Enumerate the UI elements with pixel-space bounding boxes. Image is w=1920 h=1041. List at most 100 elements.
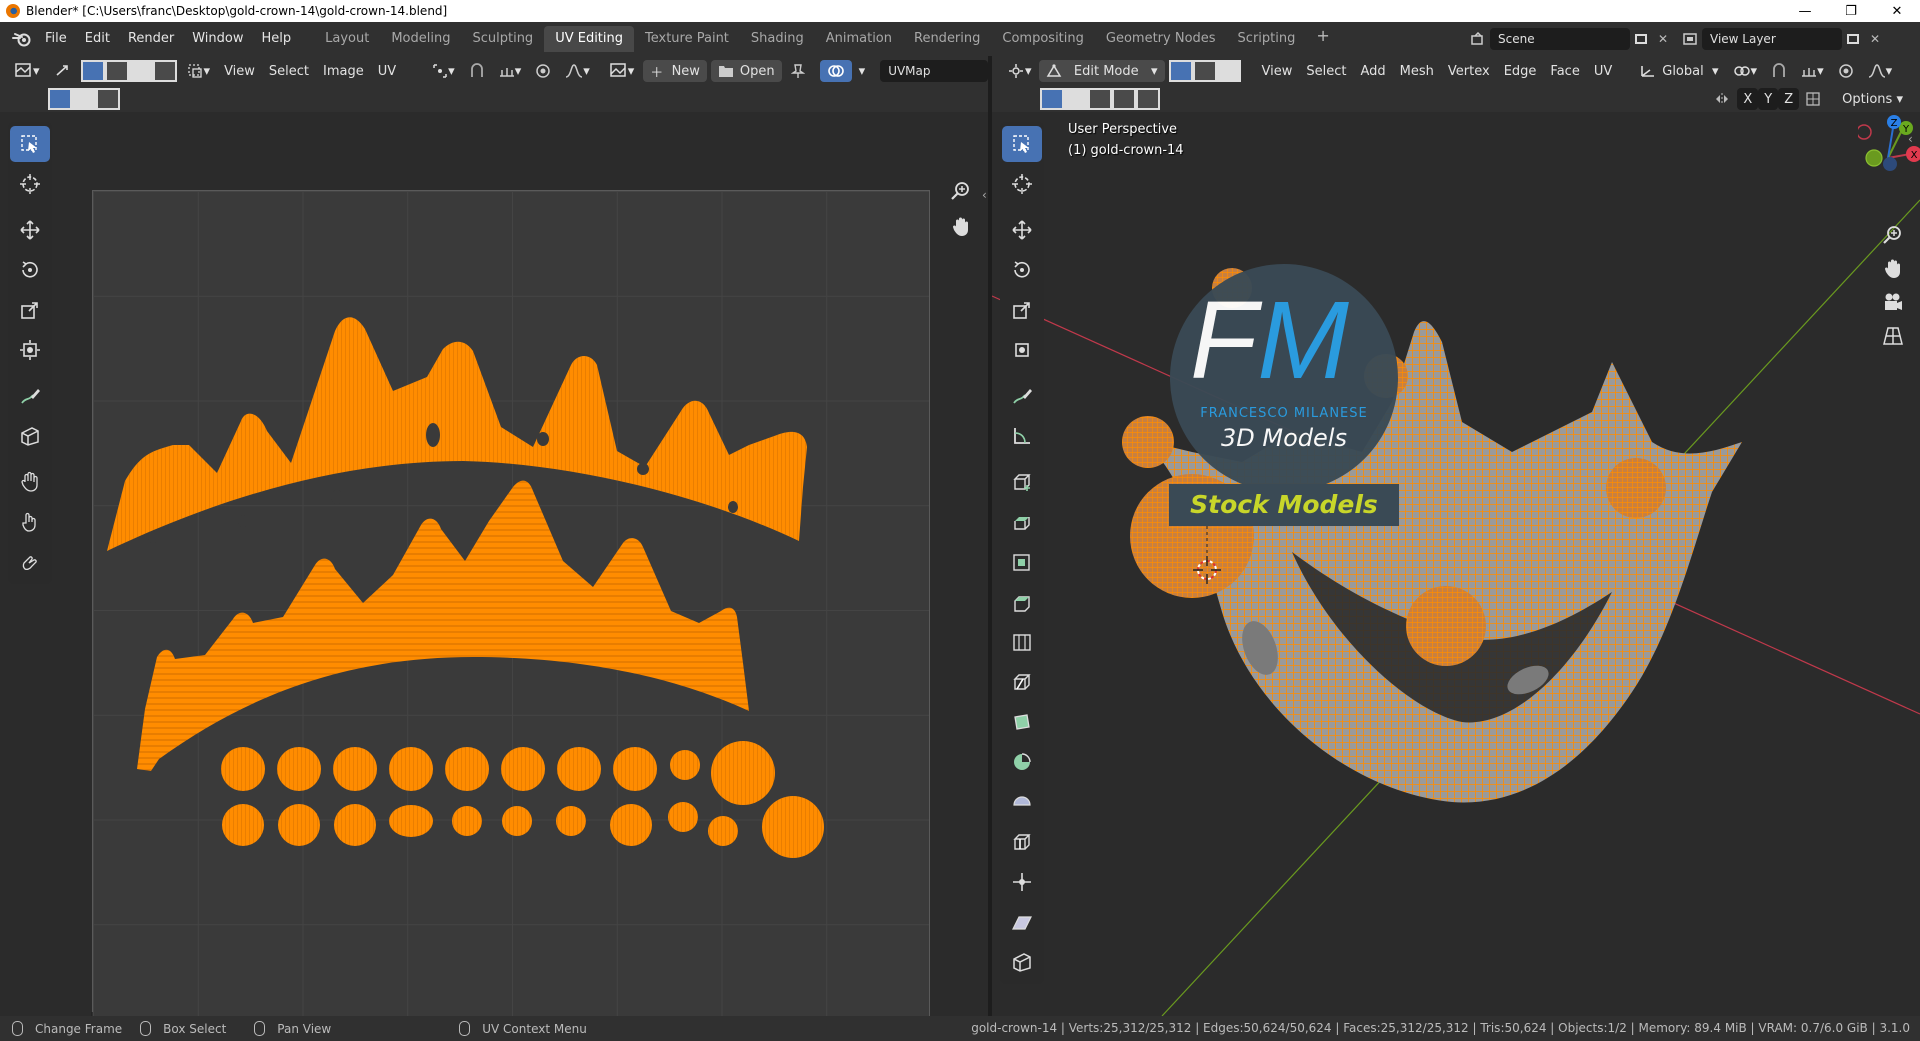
vp-tool-bevel[interactable] <box>1000 582 1044 622</box>
viewport-menu-face[interactable]: Face <box>1543 60 1586 82</box>
uvmap-field[interactable]: UVMap <box>880 60 988 82</box>
vp-tool-annotate[interactable] <box>1000 376 1044 416</box>
overlays-dropdown-icon[interactable]: ▾ <box>852 60 873 82</box>
face-select-icon[interactable] <box>128 60 153 82</box>
mirror-topology-icon[interactable] <box>1799 88 1827 110</box>
scene-icon[interactable] <box>1468 28 1490 50</box>
maximize-button[interactable]: ❐ <box>1828 0 1874 22</box>
viewport-menu-uv[interactable]: UV <box>1587 60 1619 82</box>
mirror-y-toggle[interactable]: Y <box>1758 88 1779 110</box>
new-view-layer-icon[interactable] <box>1842 28 1864 50</box>
vp-tool-knife[interactable] <box>1000 662 1044 702</box>
minimize-button[interactable]: — <box>1782 0 1828 22</box>
vp-tool-add-cube[interactable] <box>1000 462 1044 502</box>
tool-rotate[interactable] <box>8 250 52 290</box>
tab-shading[interactable]: Shading <box>740 26 815 52</box>
vp-tool-smooth[interactable] <box>1000 782 1044 822</box>
edge-select-icon[interactable] <box>104 60 129 82</box>
viewport-select-invert-icon[interactable] <box>1112 88 1136 110</box>
tab-sculpting[interactable]: Sculpting <box>461 26 544 52</box>
vp-tool-loop-cut[interactable] <box>1000 622 1044 662</box>
vp-tool-shear[interactable] <box>1000 902 1044 942</box>
menu-file[interactable]: File <box>36 27 76 51</box>
pivot-icon[interactable]: ▾ <box>1726 60 1765 82</box>
select-subtract-icon[interactable] <box>96 88 120 110</box>
viewport-editor-type-icon[interactable]: ▾ <box>1000 60 1039 82</box>
vp-tool-inset[interactable] <box>1000 542 1044 582</box>
snap-target-icon[interactable]: ▾ <box>492 60 529 82</box>
vp-tool-scale[interactable] <box>1000 290 1044 330</box>
overlays-icon[interactable] <box>819 60 852 82</box>
mesh-vertex-select-icon[interactable] <box>1168 60 1193 82</box>
tool-transform[interactable] <box>8 330 52 370</box>
viewport-falloff-icon[interactable]: ▾ <box>1861 60 1900 82</box>
new-scene-icon[interactable] <box>1630 28 1652 50</box>
uv-sidebar-toggle[interactable]: ‹ <box>982 188 987 202</box>
new-image-button[interactable]: ＋ New <box>643 60 707 82</box>
viewport-select-intersect-icon[interactable] <box>1136 88 1160 110</box>
tool-pinch[interactable] <box>8 542 52 582</box>
sync-selection-icon[interactable] <box>47 60 77 82</box>
editor-type-icon[interactable]: ▾ <box>8 60 47 82</box>
options-dropdown[interactable]: Options ▾ <box>1835 88 1910 110</box>
viewport-select-extend-icon[interactable] <box>1064 88 1088 110</box>
vp-tool-rip[interactable] <box>1000 942 1044 982</box>
add-workspace-button[interactable]: + <box>1306 26 1339 52</box>
viewport-snap-target-icon[interactable]: ▾ <box>1794 60 1831 82</box>
vp-tool-select-box[interactable] <box>1000 124 1044 164</box>
mode-selector[interactable]: Edit Mode ▾ <box>1038 60 1165 82</box>
view-layer-field[interactable]: View Layer <box>1702 28 1842 50</box>
mirror-z-toggle[interactable]: Z <box>1778 88 1800 110</box>
blender-logo-icon[interactable] <box>8 28 36 50</box>
uv-canvas[interactable]: ‹ <box>0 112 988 1016</box>
vp-tool-poly-build[interactable] <box>1000 702 1044 742</box>
vp-tool-edge-slide[interactable] <box>1000 822 1044 862</box>
uv-grid[interactable] <box>92 190 930 1016</box>
tool-select-box[interactable] <box>8 124 52 164</box>
tool-relax[interactable] <box>8 502 52 542</box>
tool-scale[interactable] <box>8 290 52 330</box>
viewport-select-new-icon[interactable] <box>1040 88 1064 110</box>
mesh-edge-select-icon[interactable] <box>1192 60 1217 82</box>
image-browse-icon[interactable]: ▾ <box>603 60 642 82</box>
select-extend-icon[interactable] <box>72 88 96 110</box>
vp-tool-rotate[interactable] <box>1000 250 1044 290</box>
navigation-gizmo[interactable]: X Y Z <box>1858 114 1920 194</box>
vertex-select-icon[interactable] <box>80 60 105 82</box>
close-button[interactable]: ✕ <box>1874 0 1920 22</box>
tab-animation[interactable]: Animation <box>815 26 903 52</box>
tool-grab[interactable] <box>8 462 52 502</box>
transform-orientation-dropdown[interactable]: Global ▾ <box>1633 60 1725 82</box>
view-layer-icon[interactable] <box>1680 28 1702 50</box>
vp-tool-transform[interactable] <box>1000 330 1044 370</box>
falloff-icon[interactable]: ▾ <box>558 60 597 82</box>
menu-edit[interactable]: Edit <box>76 27 119 51</box>
mesh-face-select-icon[interactable] <box>1216 60 1241 82</box>
menu-render[interactable]: Render <box>119 27 183 51</box>
tool-annotate[interactable] <box>8 376 52 416</box>
tab-uv-editing[interactable]: UV Editing <box>544 26 635 52</box>
tool-cursor[interactable] <box>8 164 52 204</box>
mirror-x-toggle[interactable]: X <box>1737 88 1759 110</box>
mirror-icon[interactable] <box>1707 88 1737 110</box>
tab-layout[interactable]: Layout <box>314 26 380 52</box>
viewport-proportional-icon[interactable] <box>1831 60 1861 82</box>
camera-view-icon[interactable] <box>1882 292 1904 315</box>
tab-modeling[interactable]: Modeling <box>380 26 461 52</box>
viewport-menu-view[interactable]: View <box>1255 60 1300 82</box>
tab-geometry-nodes[interactable]: Geometry Nodes <box>1095 26 1227 52</box>
tab-scripting[interactable]: Scripting <box>1227 26 1307 52</box>
viewport-menu-mesh[interactable]: Mesh <box>1393 60 1441 82</box>
vp-tool-spin[interactable] <box>1000 742 1044 782</box>
sticky-mode-icon[interactable]: ▾ <box>181 60 218 82</box>
viewport-menu-edge[interactable]: Edge <box>1497 60 1544 82</box>
select-new-icon[interactable] <box>48 88 72 110</box>
scene-name-field[interactable]: Scene <box>1490 28 1630 50</box>
uv-zoom-icon[interactable] <box>950 180 972 205</box>
vp-tool-extrude[interactable] <box>1000 502 1044 542</box>
vp-pan-icon[interactable] <box>1883 258 1903 283</box>
viewport-menu-select[interactable]: Select <box>1299 60 1353 82</box>
pin-icon[interactable] <box>784 60 812 82</box>
vp-tool-move[interactable] <box>1000 210 1044 250</box>
proportional-edit-icon[interactable] <box>528 60 558 82</box>
